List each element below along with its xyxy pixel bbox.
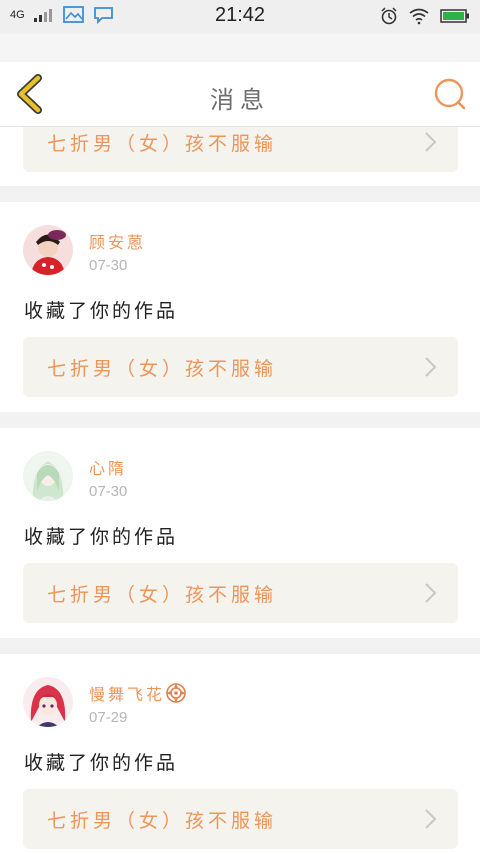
battery-icon	[440, 9, 469, 23]
message-card-partial: 七折男（女）孩不服输	[0, 127, 480, 186]
message-card[interactable]: 慢舞飞花 07-29 收藏了你的作品 七折男（女）孩不服输	[0, 654, 480, 854]
action-text: 收藏了你的作品	[24, 300, 179, 322]
nav-bar: 消息	[0, 62, 480, 127]
work-link[interactable]: 七折男（女）孩不服输	[23, 337, 458, 397]
message-card[interactable]: 顾安蒽 07-30 收藏了你的作品 七折男（女）孩不服输	[0, 202, 480, 412]
work-title: 七折男（女）孩不服输	[47, 584, 278, 606]
username[interactable]: 顾安蒽	[89, 229, 146, 253]
chevron-right-icon	[425, 132, 437, 152]
alarm-icon	[381, 7, 397, 25]
message-date: 07-30	[89, 483, 128, 500]
username[interactable]: 慢舞飞花	[89, 681, 165, 705]
message-card[interactable]: 心隋 07-30 收藏了你的作品 七折男（女）孩不服输	[0, 428, 480, 638]
action-text: 收藏了你的作品	[24, 752, 179, 774]
page-title: 消息	[210, 86, 270, 114]
chevron-right-icon	[425, 809, 437, 829]
work-title: 七折男（女）孩不服输	[47, 133, 278, 155]
message-date: 07-29	[89, 709, 128, 726]
avatar[interactable]	[23, 677, 73, 727]
work-title: 七折男（女）孩不服输	[47, 358, 278, 380]
chevron-right-icon	[425, 357, 437, 377]
chevron-right-icon	[425, 583, 437, 603]
avatar[interactable]	[23, 225, 73, 275]
action-text: 收藏了你的作品	[24, 526, 179, 548]
search-icon[interactable]	[432, 76, 468, 112]
work-link[interactable]: 七折男（女）孩不服输	[23, 127, 458, 172]
wifi-icon	[409, 8, 429, 25]
message-date: 07-30	[89, 257, 128, 274]
work-link[interactable]: 七折男（女）孩不服输	[23, 789, 458, 849]
work-link[interactable]: 七折男（女）孩不服输	[23, 563, 458, 623]
flower-badge-icon	[166, 683, 186, 703]
message-list[interactable]: 七折男（女）孩不服输 顾安蒽 07-30 收藏了你的作品 七折男（女）孩不服输	[0, 127, 480, 854]
status-bar: 4G 21:42	[0, 0, 480, 34]
header-spacer	[0, 34, 480, 62]
work-title: 七折男（女）孩不服输	[47, 810, 278, 832]
username[interactable]: 心隋	[89, 455, 127, 479]
avatar[interactable]	[23, 451, 73, 501]
